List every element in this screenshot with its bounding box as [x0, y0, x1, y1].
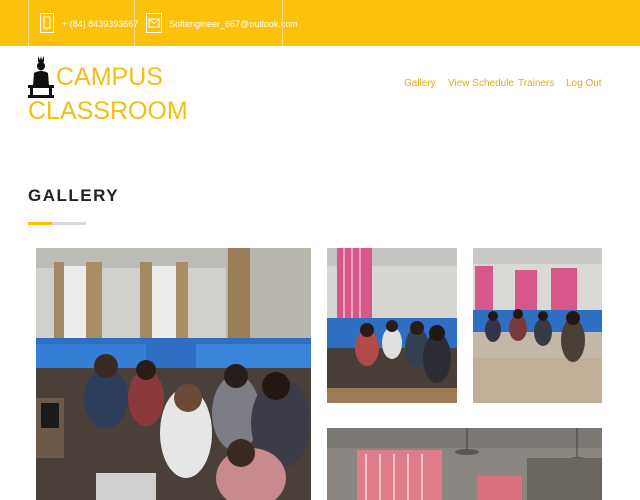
nav-gallery[interactable]: Gallery — [404, 78, 436, 89]
divider — [282, 0, 283, 46]
envelope-icon — [146, 13, 162, 33]
classroom-photo-3[interactable] — [473, 248, 602, 403]
phone-icon — [40, 13, 54, 33]
nav-log-out[interactable]: Log Out — [566, 78, 602, 89]
title-underline — [28, 222, 86, 225]
contact-phone[interactable]: + (84) 8439393667 — [62, 18, 138, 30]
logo-text-classroom[interactable]: CLASSROOM — [28, 96, 188, 126]
logo-text-campus[interactable]: CAMPUS — [56, 62, 163, 92]
contact-email[interactable]: Softengineer_667@outlook.com — [169, 18, 298, 30]
student-at-desk-icon — [28, 56, 54, 98]
divider — [28, 0, 29, 46]
nav-trainers[interactable]: Trainers — [518, 78, 554, 89]
classroom-photo-4[interactable] — [327, 428, 602, 500]
top-contact-bar: + (84) 8439393667 Softengineer_667@outlo… — [0, 0, 640, 46]
classroom-photo-large[interactable] — [36, 248, 311, 500]
classroom-photo-2[interactable] — [327, 248, 457, 403]
divider — [134, 0, 135, 46]
page-title: GALLERY — [28, 186, 120, 205]
nav-view-schedule[interactable]: View Schedule — [448, 78, 514, 89]
